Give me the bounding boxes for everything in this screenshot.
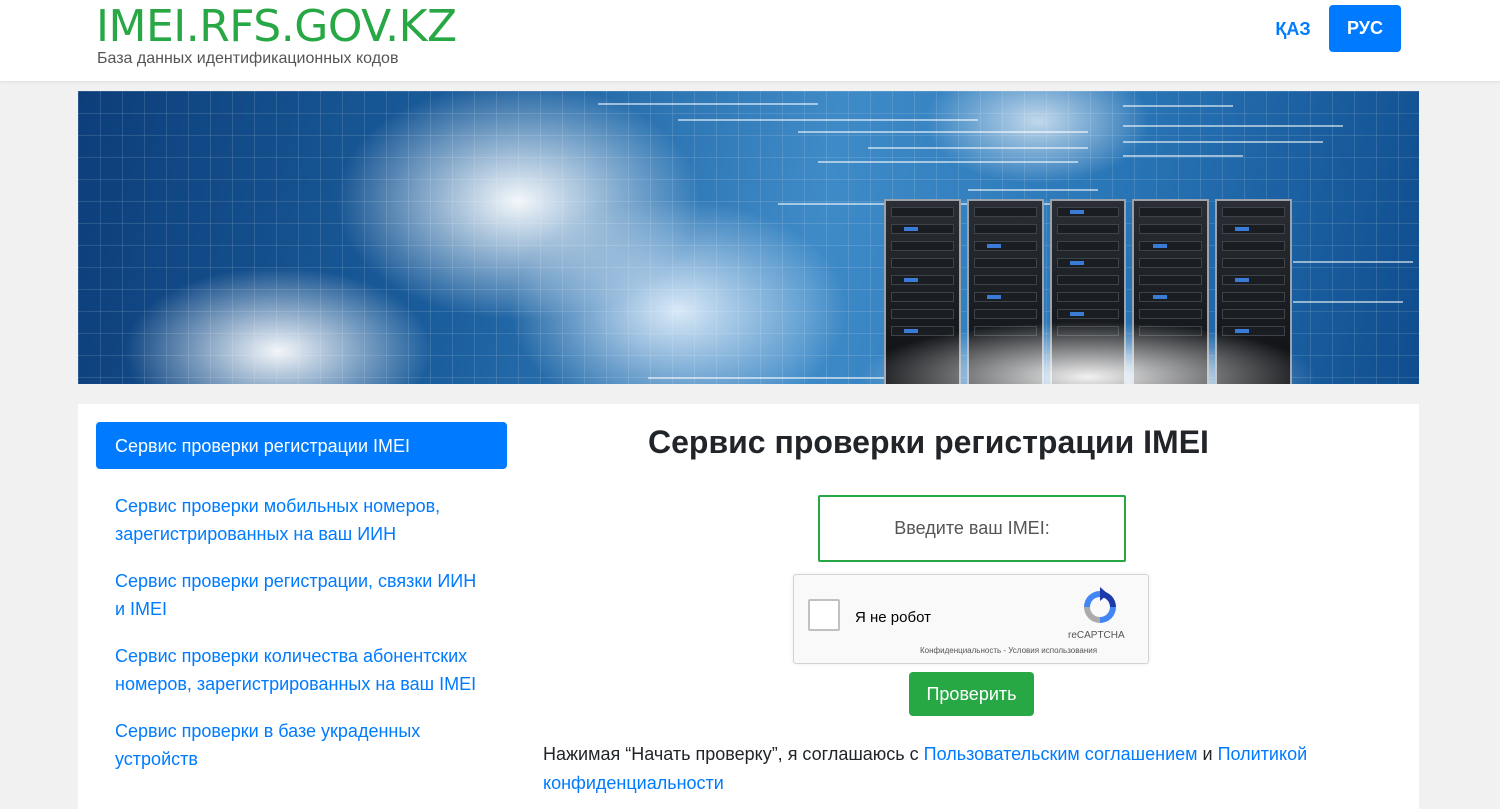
recaptcha-checkbox[interactable] <box>808 599 840 631</box>
page-title: Сервис проверки регистрации IMEI <box>648 424 1209 460</box>
hero-banner-image <box>78 91 1419 384</box>
recaptcha-terms-links[interactable]: Конфиденциальность - Условия использован… <box>920 646 1097 655</box>
imei-input[interactable] <box>818 495 1126 562</box>
lang-kaz-button[interactable]: ҚАЗ <box>1258 6 1328 52</box>
user-agreement-link[interactable]: Пользовательским соглашением <box>924 744 1198 764</box>
site-header: IMEI.RFS.GOV.KZ База данных идентификаци… <box>0 0 1500 81</box>
consent-prefix: Нажимая “Начать проверку”, я соглашаюсь … <box>543 744 924 764</box>
recaptcha-logo-icon <box>1084 587 1116 623</box>
consent-text: Нажимая “Начать проверку”, я соглашаюсь … <box>543 740 1393 798</box>
site-logo-title[interactable]: IMEI.RFS.GOV.KZ <box>96 2 457 52</box>
sidebar-item-iin-imei-link[interactable]: Сервис проверки регистрации, связки ИИН … <box>96 555 507 635</box>
sidebar-item-mobile-numbers-by-iin[interactable]: Сервис проверки мобильных номеров, зарег… <box>96 480 507 560</box>
recaptcha-brand: reCAPTCHA <box>1068 630 1125 641</box>
site-logo-subtitle: База данных идентификационных кодов <box>97 50 399 67</box>
banner-cloud <box>858 321 1318 384</box>
sidebar-item-subscriber-count-by-imei[interactable]: Сервис проверки количества абонентских н… <box>96 630 507 710</box>
consent-middle: и <box>1197 744 1218 764</box>
sidebar-item-imei-registration[interactable]: Сервис проверки регистрации IMEI <box>96 422 507 469</box>
sidebar-item-stolen-devices[interactable]: Сервис проверки в базе украденных устрой… <box>96 705 507 785</box>
recaptcha-widget: Я не робот reCAPTCHA Конфиденциальность … <box>793 574 1149 664</box>
check-button[interactable]: Проверить <box>909 672 1034 716</box>
main-content-card: Сервис проверки регистрации IMEI Сервис … <box>78 404 1419 809</box>
lang-rus-button[interactable]: РУС <box>1329 5 1401 52</box>
recaptcha-label: Я не робот <box>855 609 931 626</box>
